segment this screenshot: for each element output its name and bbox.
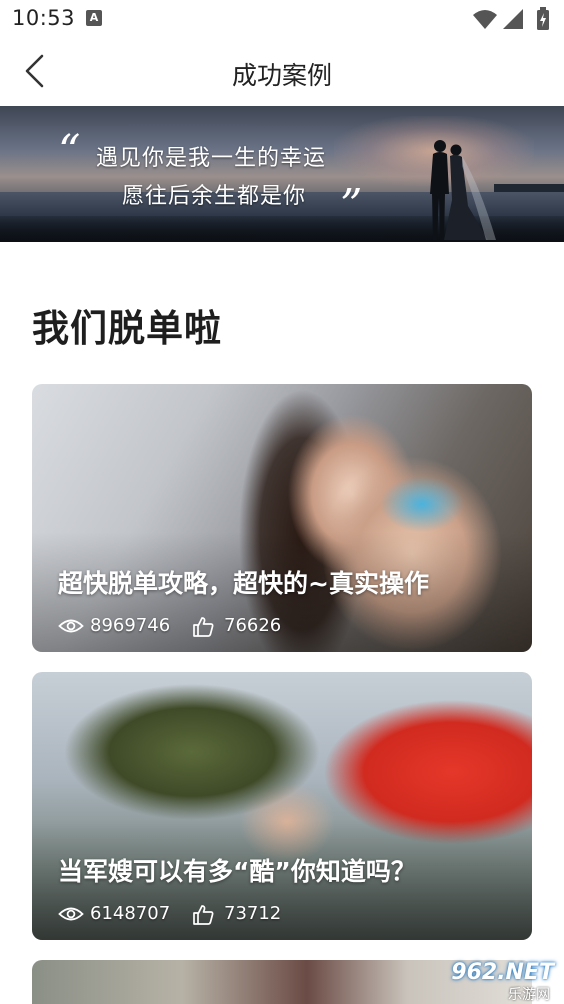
banner-skyline xyxy=(494,184,564,192)
battery-icon xyxy=(537,7,549,30)
like-count-value: 73712 xyxy=(224,903,282,924)
case-card-title: 当军嫂可以有多“酷”你知道吗？ xyxy=(58,857,416,886)
banner-quote-open: “ xyxy=(58,126,81,177)
watermark-text-bottom: 乐游网 xyxy=(508,987,550,1003)
banner-image: “ 遇见你是我一生的幸运 愿往后余生都是你 ” xyxy=(0,106,564,242)
view-count-value: 8969746 xyxy=(90,615,171,636)
section-title: 我们脱单啦 xyxy=(32,307,222,350)
app-header: 成功案例 xyxy=(0,38,564,106)
case-card-title: 超快脱单攻略，超快的~真实操作 xyxy=(58,569,429,598)
status-bar: 10:53 A xyxy=(0,0,564,38)
case-card[interactable]: 当军嫂可以有多“酷”你知道吗？ 6148707 73712 xyxy=(32,672,532,940)
signal-icon xyxy=(503,9,523,29)
case-card[interactable]: 超快脱单攻略，超快的~真实操作 8969746 76626 xyxy=(32,384,532,652)
banner-quote-close: ” xyxy=(340,180,363,231)
couple-silhouette xyxy=(430,140,496,240)
status-time: 10:53 xyxy=(12,6,76,30)
eye-icon xyxy=(58,619,84,633)
view-count-value: 6148707 xyxy=(90,903,171,924)
page-title: 成功案例 xyxy=(231,61,332,90)
eye-icon xyxy=(58,907,84,921)
thumbs-up-icon xyxy=(193,905,214,925)
watermark-text-top: 962.NET xyxy=(451,960,554,985)
status-icons xyxy=(472,7,552,30)
thumbs-up-icon xyxy=(193,617,214,637)
notification-icon: A xyxy=(86,10,102,26)
wifi-icon xyxy=(473,10,497,29)
banner-text-line1: 遇见你是我一生的幸运 xyxy=(96,146,327,171)
banner-text-line2: 愿往后余生都是你 xyxy=(122,184,307,209)
watermark-logo: 962.NET 乐游网 xyxy=(426,960,558,1003)
like-count-value: 76626 xyxy=(224,615,282,636)
